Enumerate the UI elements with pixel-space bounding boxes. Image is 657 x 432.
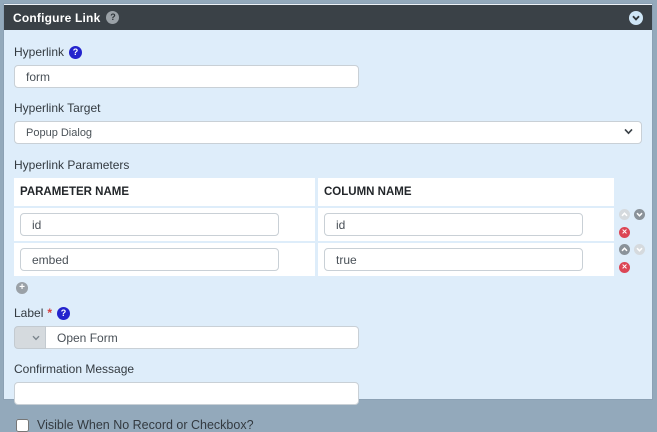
label-help-icon[interactable]: ? (57, 306, 71, 320)
table-header-row: PARAMETER NAME COLUMN NAME (14, 178, 614, 206)
visible-option-row: Visible When No Record or Checkbox? (14, 418, 642, 432)
label-field-label-row: Label * ? (14, 306, 642, 320)
delete-row-icon[interactable]: ✕ (619, 227, 630, 238)
row-actions-column: ✕ ✕ (614, 178, 645, 279)
parameter-name-cell (14, 243, 315, 276)
move-up-icon[interactable] (619, 244, 630, 255)
required-marker: * (47, 306, 53, 320)
chevron-down-icon (624, 128, 633, 135)
hyperlink-label: Hyperlink (14, 45, 65, 59)
column-name-input-0[interactable] (324, 213, 583, 236)
hyperlink-parameters-table: PARAMETER NAME COLUMN NAME (14, 178, 614, 278)
visible-option-label: Visible When No Record or Checkbox? (37, 418, 254, 432)
hyperlink-input[interactable] (14, 65, 359, 88)
hyperlink-parameters-label-row: Hyperlink Parameters (14, 158, 642, 172)
label-icon-select[interactable] (14, 326, 46, 349)
hyperlink-parameters-label: Hyperlink Parameters (14, 158, 130, 172)
configure-link-panel: Configure Link ? Hyperlink ? Hyperlink T… (4, 4, 652, 432)
table-row (14, 208, 614, 241)
column-header-parameter-name: PARAMETER NAME (14, 178, 315, 206)
move-up-icon (619, 209, 630, 220)
panel-title: Configure Link (13, 10, 101, 25)
label-field-label: Label (14, 306, 44, 320)
parameter-name-input-0[interactable] (20, 213, 279, 236)
move-down-icon[interactable] (634, 209, 645, 220)
column-name-cell (318, 208, 614, 241)
collapse-chevron-icon[interactable] (629, 10, 643, 25)
row-actions-1: ✕ (619, 244, 645, 279)
label-input-group (14, 326, 642, 349)
parameter-name-cell (14, 208, 315, 241)
panel-body: Hyperlink ? Hyperlink Target Popup Dialo… (4, 30, 652, 432)
confirmation-message-input[interactable] (14, 382, 359, 405)
confirmation-message-label: Confirmation Message (14, 362, 135, 376)
add-parameter-icon[interactable]: + (16, 282, 28, 294)
row-actions-0: ✕ (619, 209, 645, 244)
visible-option-checkbox[interactable] (16, 418, 29, 432)
panel-header: Configure Link ? (4, 5, 652, 30)
hyperlink-target-value: Popup Dialog (26, 126, 93, 139)
header-help-icon[interactable]: ? (106, 11, 120, 24)
label-input[interactable] (46, 326, 359, 349)
hyperlink-help-icon[interactable]: ? (69, 45, 83, 59)
delete-row-icon[interactable]: ✕ (619, 262, 630, 273)
hyperlink-target-select[interactable]: Popup Dialog (14, 121, 642, 144)
column-name-input-1[interactable] (324, 248, 583, 271)
confirmation-message-label-row: Confirmation Message (14, 362, 642, 376)
move-down-icon (634, 244, 645, 255)
hyperlink-label-row: Hyperlink ? (14, 45, 642, 59)
hyperlink-parameters-table-wrap: PARAMETER NAME COLUMN NAME id id embed t… (14, 178, 645, 279)
hyperlink-target-label-row: Hyperlink Target (14, 101, 642, 115)
table-row (14, 243, 614, 276)
hyperlink-target-label: Hyperlink Target (14, 101, 101, 115)
column-header-column-name: COLUMN NAME (318, 178, 614, 206)
parameter-name-input-1[interactable] (20, 248, 279, 271)
column-name-cell (318, 243, 614, 276)
